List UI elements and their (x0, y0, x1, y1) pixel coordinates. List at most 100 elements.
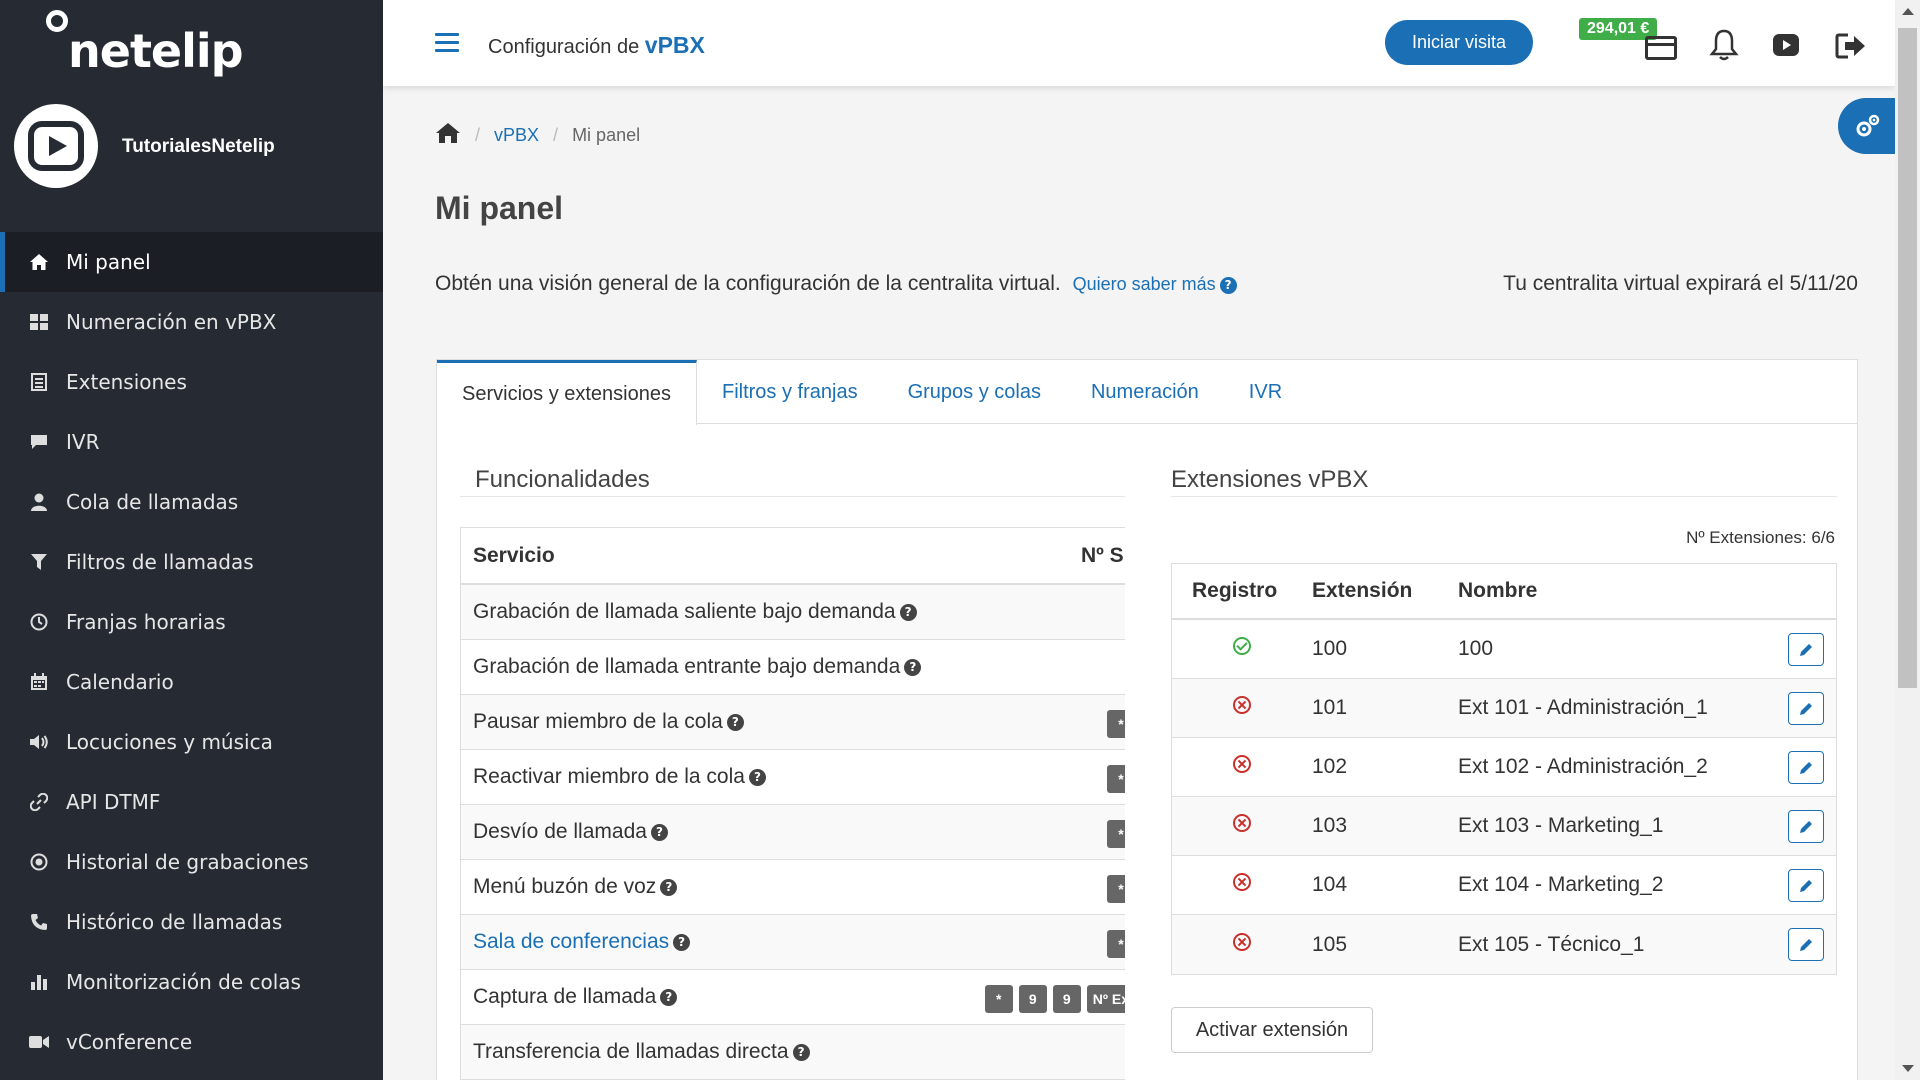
service-label: Reactivar miembro de la cola (473, 765, 745, 788)
breadcrumb-vpbx-link[interactable]: vPBX (494, 125, 539, 146)
sidebar-item-label: API DTMF (66, 790, 161, 814)
extensiones-table: Registro Extensión Nombre 100 100 101 Ex… (1171, 563, 1837, 975)
tab-servicios-extensiones[interactable]: Servicios y extensiones (437, 360, 697, 425)
sidebar-nav: Mi panel Numeración en vPBX Extensiones … (0, 232, 383, 1072)
key-badge: * (1107, 930, 1125, 958)
extensiones-title: Extensiones vPBX (1171, 466, 1369, 493)
sidebar-item-vconference[interactable]: vConference (0, 1012, 383, 1072)
edit-extension-button[interactable] (1788, 633, 1824, 666)
key-badge: 9 (1052, 985, 1081, 1013)
sidebar-item-cola[interactable]: Cola de llamadas (0, 472, 383, 532)
question-circle-icon[interactable]: ? (650, 823, 668, 841)
hamburger-menu-icon[interactable] (435, 33, 459, 53)
page-scrollbar[interactable] (1895, 0, 1920, 1080)
sidebar-item-monitorizacion[interactable]: Monitorización de colas (0, 952, 383, 1012)
sidebar-item-calendario[interactable]: Calendario (0, 652, 383, 712)
key-sequence: * (1101, 820, 1125, 848)
key-badge: * (984, 985, 1013, 1013)
table-row: Sala de conferencias? * (461, 915, 1125, 970)
sidebar-item-label: Mi panel (66, 250, 151, 274)
sidebar-item-historial-grabaciones[interactable]: Historial de grabaciones (0, 832, 383, 892)
user-profile[interactable]: TutorialesNetelip (14, 104, 374, 190)
service-label: Pausar miembro de la cola (473, 710, 723, 733)
bell-icon[interactable] (1709, 28, 1739, 62)
sidebar-item-label: IVR (66, 430, 100, 454)
activate-extension-button[interactable]: Activar extensión (1171, 1007, 1373, 1053)
video-camera-icon (28, 1031, 50, 1053)
start-visit-button[interactable]: Iniciar visita (1385, 20, 1533, 65)
table-row: 100 100 (1172, 620, 1836, 679)
question-circle-icon[interactable]: ? (660, 878, 678, 896)
question-circle-icon[interactable]: ? (904, 658, 922, 676)
tab-numeracion[interactable]: Numeración (1066, 360, 1224, 424)
question-circle-icon[interactable]: ? (660, 988, 678, 1006)
learn-more-link[interactable]: Quiero saber más? (1073, 274, 1237, 294)
sidebar-item-numeracion[interactable]: Numeración en vPBX (0, 292, 383, 352)
section-divider (460, 496, 1125, 497)
question-circle-icon[interactable]: ? (726, 713, 744, 731)
table-row: 103 Ext 103 - Marketing_1 (1172, 797, 1836, 856)
table-row: 105 Ext 105 - Técnico_1 (1172, 915, 1836, 974)
header-title: Configuración de vPBX (488, 32, 705, 59)
table-row: 104 Ext 104 - Marketing_2 (1172, 856, 1836, 915)
extension-number: 102 (1312, 755, 1348, 778)
conference-room-link[interactable]: Sala de conferencias (473, 930, 669, 954)
bar-chart-icon (28, 971, 50, 993)
sidebar-item-label: Historial de grabaciones (66, 850, 309, 874)
header-title-prefix: Configuración de (488, 36, 640, 58)
record-icon (28, 851, 50, 873)
unregistered-x-icon (1233, 873, 1251, 891)
tab-filtros-franjas[interactable]: Filtros y franjas (697, 360, 883, 424)
edit-extension-button[interactable] (1788, 810, 1824, 843)
edit-extension-button[interactable] (1788, 869, 1824, 902)
sidebar-item-historico-llamadas[interactable]: Histórico de llamadas (0, 892, 383, 952)
grid-icon (28, 311, 50, 333)
key-sequence: * (1101, 875, 1125, 903)
question-circle-icon[interactable]: ? (899, 603, 917, 621)
sidebar-item-filtros[interactable]: Filtros de llamadas (0, 532, 383, 592)
tab-grupos-colas[interactable]: Grupos y colas (883, 360, 1066, 424)
tab-ivr[interactable]: IVR (1224, 360, 1307, 424)
question-circle-icon[interactable]: ? (792, 1043, 810, 1061)
edit-extension-button[interactable] (1788, 928, 1824, 961)
sidebar-item-franjas[interactable]: Franjas horarias (0, 592, 383, 652)
key-sequence: * (1101, 765, 1125, 793)
calendar-icon (28, 671, 50, 693)
key-badge: * (1107, 875, 1125, 903)
column-header-num: Nº S (1081, 543, 1124, 567)
column-header-nombre: Nombre (1458, 579, 1538, 602)
breadcrumb-separator: / (475, 125, 481, 145)
scroll-down-icon[interactable] (1902, 1065, 1914, 1072)
table-row: Grabación de llamada entrante bajo deman… (461, 640, 1125, 695)
scroll-thumb[interactable] (1898, 28, 1917, 688)
question-circle-icon[interactable]: ? (673, 933, 691, 951)
edit-extension-button[interactable] (1788, 692, 1824, 725)
scroll-up-icon[interactable] (1902, 8, 1914, 15)
column-header-extension: Extensión (1312, 579, 1413, 602)
key-badge: 9 (1018, 985, 1047, 1013)
sidebar-item-api-dtmf[interactable]: API DTMF (0, 772, 383, 832)
question-circle-icon[interactable]: ? (748, 768, 766, 786)
wallet-icon[interactable] (1645, 36, 1677, 60)
funcionalidades-title: Funcionalidades (475, 466, 650, 493)
sidebar: netelip TutorialesNetelip Mi panel Numer… (0, 0, 383, 1080)
settings-gear-icon[interactable] (1838, 98, 1898, 154)
sidebar-item-mi-panel[interactable]: Mi panel (0, 232, 383, 292)
sidebar-item-locuciones[interactable]: Locuciones y música (0, 712, 383, 772)
youtube-icon[interactable] (1773, 34, 1799, 56)
table-header-row: Servicio Nº S (461, 528, 1125, 585)
sidebar-item-label: Cola de llamadas (66, 490, 239, 514)
sidebar-item-ivr[interactable]: IVR (0, 412, 383, 472)
key-badge: * (1107, 765, 1125, 793)
sidebar-item-extensiones[interactable]: Extensiones (0, 352, 383, 412)
user-name: TutorialesNetelip (122, 136, 275, 157)
question-circle-icon: ? (1219, 276, 1237, 294)
logout-icon[interactable] (1835, 32, 1867, 60)
page-description: Obtén una visión general de la configura… (435, 272, 1237, 296)
breadcrumb-home-icon[interactable] (435, 122, 461, 149)
unregistered-x-icon (1233, 696, 1251, 714)
unregistered-x-icon (1233, 814, 1251, 832)
netelip-logo[interactable]: netelip (46, 10, 246, 80)
table-row: Menú buzón de voz? * (461, 860, 1125, 915)
edit-extension-button[interactable] (1788, 751, 1824, 784)
